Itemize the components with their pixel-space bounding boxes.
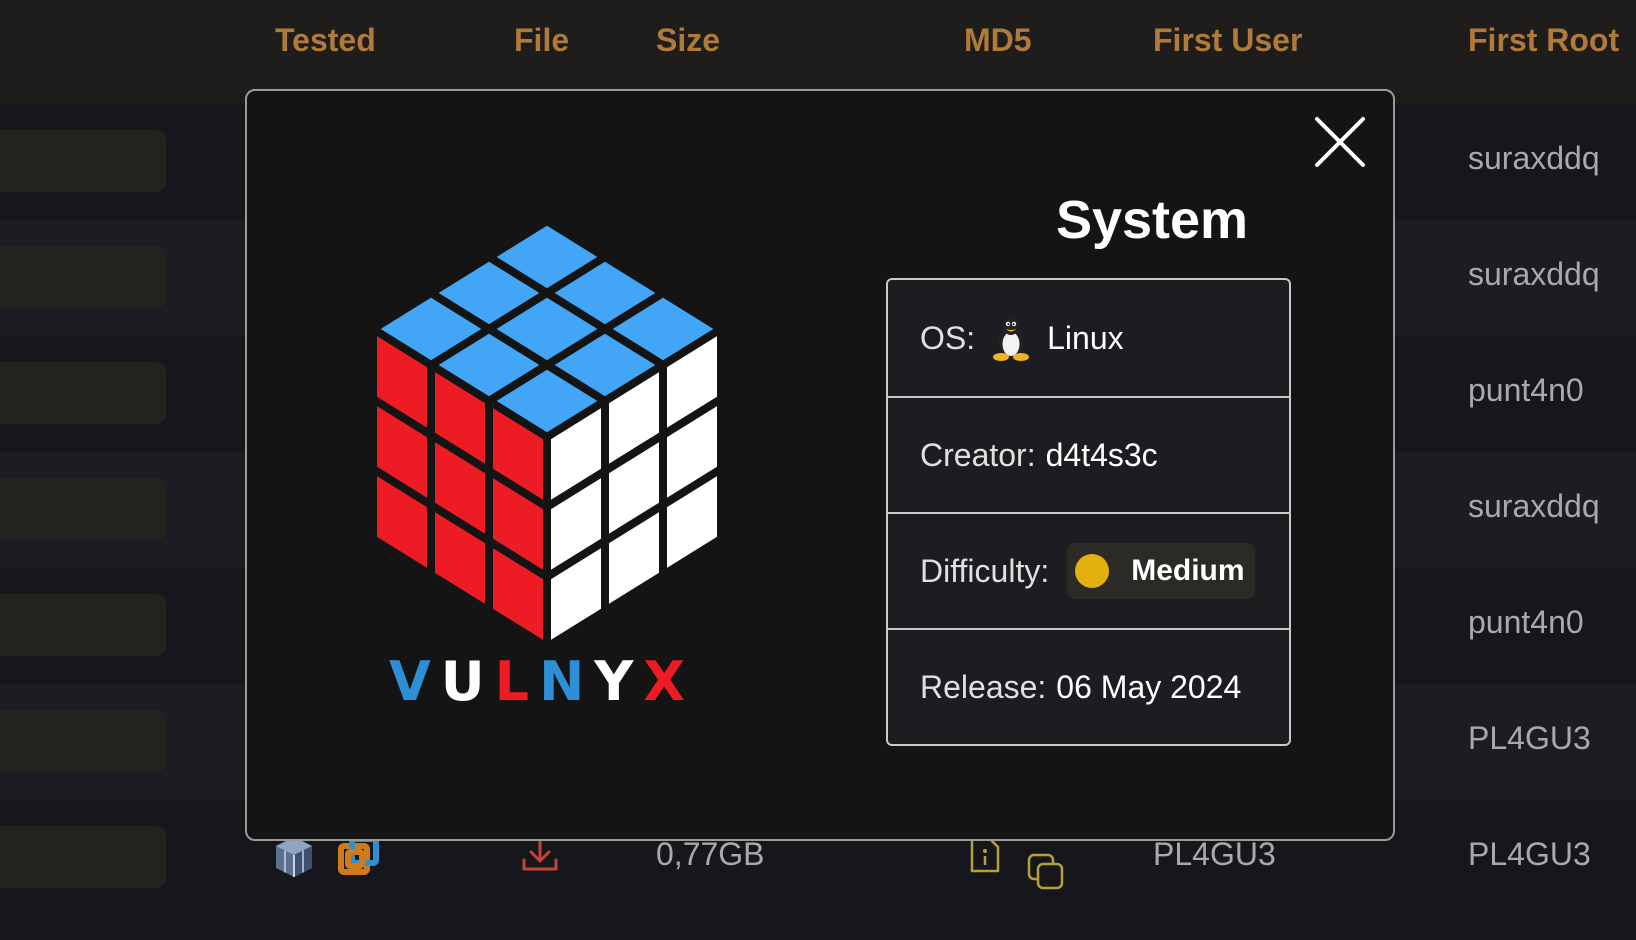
header-md5[interactable]: MD5 — [964, 22, 1032, 59]
logo-text: VULNYX — [389, 656, 695, 706]
machine-name-cell[interactable] — [0, 130, 166, 192]
difficulty-badge: Medium — [1067, 543, 1255, 599]
machine-name-cell[interactable] — [0, 246, 166, 308]
header-file[interactable]: File — [514, 22, 569, 59]
header-first-user[interactable]: First User — [1153, 22, 1302, 59]
first-root-cell: suraxddq — [1468, 256, 1600, 292]
header-size[interactable]: Size — [656, 22, 720, 59]
machine-name-cell[interactable] — [0, 594, 166, 656]
os-value: Linux — [1047, 319, 1124, 356]
release-value: 06 May 2024 — [1056, 668, 1242, 705]
first-root-cell: punt4n0 — [1468, 372, 1584, 408]
release-row: Release: 06 May 2024 — [888, 628, 1289, 744]
header-tested[interactable]: Tested — [275, 22, 376, 59]
creator-link[interactable]: d4t4s3c — [1046, 437, 1158, 474]
copy-icon[interactable] — [1026, 852, 1066, 897]
difficulty-value: Medium — [1131, 554, 1245, 587]
first-root-cell: punt4n0 — [1468, 604, 1584, 640]
rubiks-cube-icon — [369, 217, 725, 651]
first-root-cell: PL4GU3 — [1468, 836, 1591, 872]
modal-title: System — [1055, 190, 1249, 250]
difficulty-dot-icon — [1075, 554, 1110, 588]
creator-row: Creator: d4t4s3c — [888, 396, 1289, 512]
size-cell: 0,77GB — [656, 836, 765, 872]
first-user-cell: PL4GU3 — [1153, 836, 1276, 872]
first-root-cell: suraxddq — [1468, 140, 1600, 176]
os-label: OS: — [920, 319, 976, 356]
first-root-cell: PL4GU3 — [1468, 720, 1591, 756]
machine-name-cell[interactable] — [0, 362, 166, 424]
difficulty-label: Difficulty: — [920, 552, 1050, 589]
header-first-root[interactable]: First Root — [1468, 22, 1619, 59]
machine-info-box: OS: Linux Creator: d4t4s3c Difficulty: Medium… — [886, 278, 1291, 746]
vulnyx-wordmark: VULNYX — [389, 656, 695, 706]
virtualbox-icon[interactable] — [272, 834, 316, 885]
vulnyx-logo: VULNYX — [307, 211, 787, 801]
os-row: OS: Linux — [888, 280, 1289, 396]
machine-name-cell[interactable] — [0, 710, 166, 772]
release-label: Release: — [920, 668, 1047, 705]
difficulty-row: Difficulty: Medium — [888, 512, 1289, 628]
info-icon[interactable] — [968, 836, 1002, 879]
first-root-cell: suraxddq — [1468, 488, 1600, 524]
download-icon[interactable] — [520, 838, 560, 879]
close-icon[interactable] — [1313, 115, 1367, 169]
machine-name-cell[interactable] — [0, 826, 166, 888]
machine-name-cell[interactable] — [0, 478, 166, 540]
vmware-icon[interactable] — [338, 836, 380, 881]
creator-label: Creator: — [920, 436, 1036, 473]
tux-penguin-icon — [991, 315, 1031, 361]
system-modal: VULNYX System OS: Linux Creator: d4t4s3c Diff… — [245, 89, 1395, 841]
